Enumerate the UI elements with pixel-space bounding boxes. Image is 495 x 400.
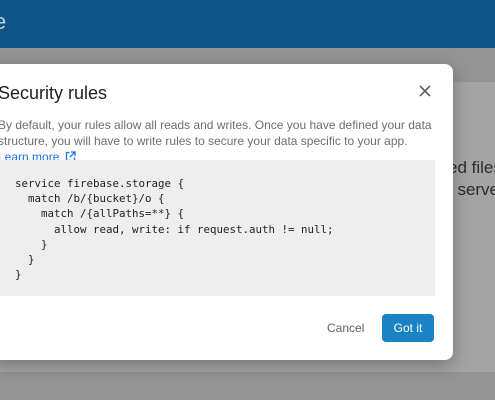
background-text-line-1: ed files (448, 158, 495, 177)
security-rules-dialog: Security rules By default, your rules al… (0, 64, 453, 360)
rules-code-block: service firebase.storage { match /b/{buc… (0, 160, 435, 296)
cancel-button[interactable]: Cancel (319, 314, 372, 342)
app-bar-title: e (0, 9, 7, 34)
background-text-line-2: t serve (448, 180, 495, 199)
got-it-button[interactable]: Got it (382, 314, 434, 342)
background-footer (0, 372, 495, 400)
app-bar: e (0, 0, 495, 48)
rules-code: service firebase.storage { match /b/{buc… (15, 177, 334, 282)
dialog-title: Security rules (0, 83, 108, 103)
close-icon[interactable] (414, 80, 436, 102)
description-text: By default, your rules allow all reads a… (0, 118, 432, 148)
dialog-description: By default, your rules allow all reads a… (0, 117, 438, 165)
